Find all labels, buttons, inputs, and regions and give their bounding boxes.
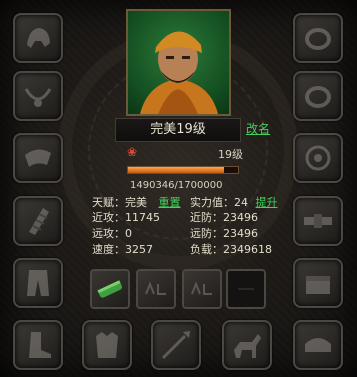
stat-speed: 速度：3257 [92,243,153,257]
bracer-icon [29,208,49,235]
empty-slot-icon [145,281,166,295]
horse-icon [234,334,261,358]
empty-slot-icon [191,281,212,295]
stat-ranged-def: 远防：23496 [190,227,258,241]
equip-slot-pants[interactable] [13,258,63,308]
exp-bar-fill [128,167,225,173]
character-panel: 完美19级 改名 ❀ 19级 1490346/1700000 天赋：完美 重置 … [0,0,357,377]
character-portrait [126,9,231,116]
general-portrait-icon [140,31,218,114]
stat-power: 实力值：24 提升 [190,196,278,210]
item-slot-2[interactable] [136,269,176,309]
stat-talent: 天赋：完美 重置 [92,196,181,210]
equip-slot-ring-1[interactable] [293,13,343,63]
stat-ranged-atk-label: 远攻： [92,227,125,240]
stat-load-label: 负载： [190,243,223,256]
stat-melee-def-label: 近防： [190,211,223,224]
boots-icon [29,332,51,358]
equip-slot-belt[interactable] [293,196,343,246]
scroll-icon [97,280,123,298]
stat-melee-def: 近防：23496 [190,211,258,225]
equip-slot-bracer[interactable] [13,196,63,246]
equip-slot-boots[interactable] [13,320,63,370]
bracelet-icon [305,145,331,171]
equip-slot-shoulder[interactable] [13,133,63,183]
stat-ranged-atk: 远攻：0 [92,227,132,241]
star-icon: ❀ [127,145,138,159]
belt-icon [304,214,332,228]
helmet-icon [27,28,50,48]
stat-speed-value: 3257 [125,243,153,256]
reset-link[interactable]: 重置 [159,196,181,209]
necklace-icon [24,88,52,107]
character-name-level: 完美19级 [115,118,241,142]
equip-slot-ring-2[interactable] [293,71,343,121]
stat-power-value: 24 [234,196,248,209]
shoulder-icon [25,149,51,167]
stat-load: 负载：2349618 [190,243,272,257]
item-slot-4[interactable] [226,269,266,309]
equip-slot-saddle[interactable] [293,320,343,370]
ring-icon [305,28,331,50]
chest-icon [306,276,330,294]
equip-slot-weapon[interactable] [151,320,201,370]
stat-load-value: 2349618 [223,243,272,256]
equip-slot-helmet[interactable] [13,13,63,63]
item-slot-scroll[interactable] [90,269,130,309]
stat-ranged-def-value: 23496 [223,227,258,240]
exp-text: 1490346/1700000 [130,180,223,191]
stat-melee-atk-value: 11745 [125,211,160,224]
item-slot-3[interactable] [182,269,222,309]
exp-bar [127,166,239,174]
stat-melee-def-value: 23496 [223,211,258,224]
stat-talent-value: 完美 [125,196,147,209]
stat-talent-label: 天赋： [92,196,125,209]
empty-slot-icon [238,288,254,290]
upgrade-link[interactable]: 提升 [256,196,278,209]
stat-ranged-atk-value: 0 [125,227,132,240]
equip-slot-bracelet[interactable] [293,133,343,183]
level-label: 19级 [218,148,243,161]
equip-slot-armor[interactable] [82,320,132,370]
rename-link[interactable]: 改名 [246,120,270,138]
stat-power-label: 实力值： [190,196,234,209]
stat-melee-atk-label: 近攻： [92,211,125,224]
stat-melee-atk: 近攻：11745 [92,211,160,225]
armor-icon [96,332,118,358]
pants-icon [27,270,49,296]
saddle-icon [305,338,331,352]
equip-slot-chest[interactable] [293,258,343,308]
spear-icon [161,331,190,360]
stat-ranged-def-label: 远防： [190,227,223,240]
ring-icon [305,86,331,108]
stat-speed-label: 速度： [92,243,125,256]
equip-slot-necklace[interactable] [13,71,63,121]
equip-slot-horse[interactable] [222,320,272,370]
